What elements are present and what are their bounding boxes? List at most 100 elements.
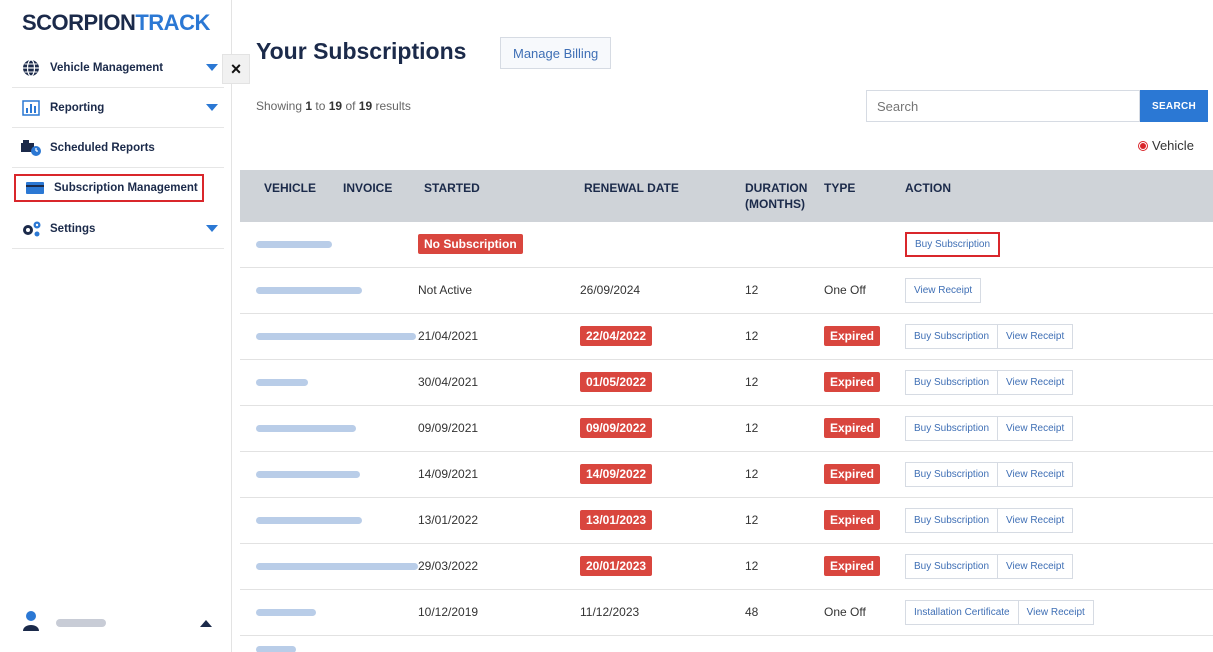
row-actions: Buy Subscription View Receipt <box>905 508 1074 533</box>
renewal-badge: 20/01/2023 <box>580 556 653 576</box>
renewal-cell: 11/12/2023 <box>580 605 640 619</box>
search-input[interactable] <box>866 90 1140 122</box>
vehicle-link[interactable] <box>256 471 360 478</box>
buy-subscription-button[interactable]: Buy Subscription <box>905 232 1001 257</box>
duration-cell: 12 <box>745 559 759 573</box>
header-vehicle[interactable]: VEHICLE <box>264 180 316 196</box>
row-actions: Buy Subscription View Receipt <box>905 324 1074 349</box>
renewal-badge: 09/09/2022 <box>580 418 653 438</box>
sidebar-item-reporting[interactable]: Reporting <box>12 88 224 128</box>
started-cell: 09/09/2021 <box>418 421 479 435</box>
duration-cell: 12 <box>745 375 759 389</box>
table-row: 10/12/2019 11/12/2023 48 One Off Install… <box>240 590 1213 636</box>
table-row: 29/03/2022 20/01/2023 12 Expired Buy Sub… <box>240 544 1213 590</box>
user-icon <box>22 610 40 637</box>
close-sidebar-button[interactable]: × <box>222 54 250 84</box>
duration-cell: 12 <box>745 467 759 481</box>
renewal-badge: 22/04/2022 <box>580 326 653 346</box>
expired-badge: Expired <box>824 372 881 392</box>
started-cell: 30/04/2021 <box>418 375 479 389</box>
vehicle-link[interactable] <box>256 563 418 570</box>
buy-subscription-button[interactable]: Buy Subscription <box>905 554 999 579</box>
duration-cell: 48 <box>745 605 759 619</box>
buy-subscription-button[interactable]: Buy Subscription <box>905 416 999 441</box>
search-button[interactable]: SEARCH <box>1140 90 1208 122</box>
table-row: No Subscription Buy Subscription <box>240 222 1213 268</box>
radio-selected-icon[interactable] <box>1138 140 1148 151</box>
renewal-badge: 13/01/2023 <box>580 510 653 530</box>
vehicle-link[interactable] <box>256 379 308 386</box>
expired-badge: Expired <box>824 326 881 346</box>
renewal-cell: 26/09/2024 <box>580 283 641 297</box>
vehicle-link[interactable] <box>256 517 362 524</box>
started-cell: 29/03/2022 <box>418 559 479 573</box>
expired-badge: Expired <box>824 418 881 438</box>
vehicle-link[interactable] <box>256 287 362 294</box>
header-action: ACTION <box>905 181 951 195</box>
user-menu[interactable] <box>12 600 224 646</box>
table-row: 14/09/2021 14/09/2022 12 Expired Buy Sub… <box>240 452 1213 498</box>
vehicle-link[interactable] <box>256 425 356 432</box>
buy-subscription-button[interactable]: Buy Subscription <box>905 324 999 349</box>
started-cell: Not Active <box>418 283 473 297</box>
header-renewal-date[interactable]: RENEWAL DATE <box>584 180 679 196</box>
type-cell: One Off <box>824 283 866 297</box>
vehicle-link[interactable] <box>256 333 416 340</box>
type-cell: One Off <box>824 605 866 619</box>
renewal-badge: 14/09/2022 <box>580 464 653 484</box>
row-actions: View Receipt <box>905 278 982 303</box>
duration-cell: 12 <box>745 513 759 527</box>
view-receipt-button[interactable]: View Receipt <box>998 554 1074 579</box>
table-row: 21/04/2021 22/04/2022 12 Expired Buy Sub… <box>240 314 1213 360</box>
manage-billing-button[interactable]: Manage Billing <box>500 37 612 69</box>
view-receipt-button[interactable]: View Receipt <box>1018 600 1094 625</box>
installation-certificate-button[interactable]: Installation Certificate <box>905 600 1019 625</box>
view-receipt-button[interactable]: View Receipt <box>905 278 982 303</box>
sidebar-item-subscription-management[interactable]: Subscription Management <box>14 174 204 202</box>
chevron-down-icon[interactable] <box>206 225 218 232</box>
vehicle-link[interactable] <box>256 241 332 248</box>
truck-clock-icon <box>18 138 44 158</box>
globe-icon <box>18 58 44 78</box>
view-receipt-button[interactable]: View Receipt <box>998 324 1074 349</box>
view-receipt-button[interactable]: View Receipt <box>998 370 1074 395</box>
duration-cell: 12 <box>745 283 759 297</box>
results-summary: Showing 1 to 19 of 19 results <box>256 99 411 113</box>
header-type[interactable]: TYPE <box>824 180 855 196</box>
row-actions: Buy Subscription View Receipt <box>905 462 1074 487</box>
table-row: 13/01/2022 13/01/2023 12 Expired Buy Sub… <box>240 498 1213 544</box>
started-cell: 10/12/2019 <box>418 605 479 619</box>
view-receipt-button[interactable]: View Receipt <box>998 508 1074 533</box>
buy-subscription-button[interactable]: Buy Subscription <box>905 370 999 395</box>
sidebar-item-label: Vehicle Management <box>50 61 164 74</box>
chevron-up-icon[interactable] <box>200 619 212 627</box>
buy-subscription-button[interactable]: Buy Subscription <box>905 462 999 487</box>
row-actions: Buy Subscription View Receipt <box>905 370 1074 395</box>
table-row: 30/04/2021 01/05/2022 12 Expired Buy Sub… <box>240 360 1213 406</box>
sidebar-item-label: Subscription Management <box>54 182 198 194</box>
view-receipt-button[interactable]: View Receipt <box>998 416 1074 441</box>
duration-cell: 12 <box>745 329 759 343</box>
app-logo[interactable]: SCORPIONTRACK <box>22 10 210 36</box>
row-actions: Buy Subscription View Receipt <box>905 416 1074 441</box>
view-receipt-button[interactable]: View Receipt <box>998 462 1074 487</box>
started-cell: 13/01/2022 <box>418 513 479 527</box>
chevron-down-icon[interactable] <box>206 104 218 111</box>
header-invoice[interactable]: INVOICE <box>343 180 392 196</box>
sidebar-item-vehicle-management[interactable]: Vehicle Management <box>12 48 224 88</box>
card-icon <box>22 178 48 198</box>
vehicle-link[interactable] <box>256 646 296 652</box>
vehicle-link[interactable] <box>256 609 316 616</box>
sidebar-item-scheduled-reports[interactable]: Scheduled Reports <box>12 128 224 168</box>
sidebar-item-settings[interactable]: Settings <box>12 209 224 249</box>
table-row: Not Active 26/09/2024 12 One Off View Re… <box>240 268 1213 314</box>
gears-icon <box>18 219 44 239</box>
sidebar-item-label: Settings <box>50 222 96 235</box>
chevron-down-icon[interactable] <box>206 64 218 71</box>
buy-subscription-button[interactable]: Buy Subscription <box>905 508 999 533</box>
header-started[interactable]: STARTED <box>424 180 480 196</box>
bar-chart-icon <box>18 98 44 118</box>
radio-label: Vehicle <box>1152 138 1194 153</box>
vehicle-radio[interactable]: Vehicle <box>1138 138 1194 153</box>
header-duration[interactable]: DURATION (MONTHS) <box>745 180 807 212</box>
